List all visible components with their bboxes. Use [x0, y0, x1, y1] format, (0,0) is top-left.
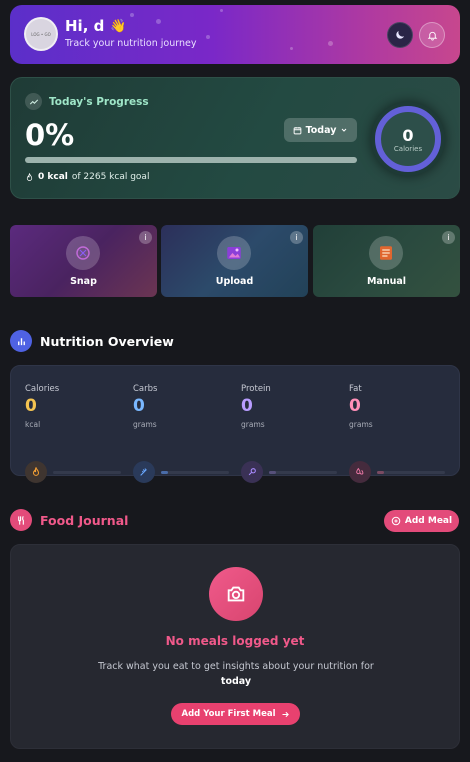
progress-title-text: Today's Progress — [49, 95, 149, 108]
nutrient-value: 0 — [25, 396, 37, 416]
nutrient-protein: Protein 0 grams — [241, 384, 341, 483]
avatar[interactable]: LOG • GO — [24, 17, 58, 51]
image-upload-icon — [217, 236, 251, 270]
nutrient-bar — [377, 470, 445, 474]
add-meal-button[interactable]: Add Meal — [384, 510, 459, 532]
date-range-label: Today — [305, 124, 337, 136]
empty-state-sub: Track what you eat to get insights about… — [98, 661, 374, 672]
empty-state-text: Track what you eat to get insights about… — [91, 659, 381, 689]
manual-card[interactable]: Manual i — [313, 225, 460, 297]
bell-icon — [427, 31, 437, 41]
wave-icon: 👋 — [110, 18, 127, 34]
notepad-icon — [369, 236, 403, 270]
upload-label: Upload — [215, 276, 254, 287]
nutrient-calories: Calories 0 kcal — [25, 384, 125, 483]
ring-label: Calories — [393, 144, 423, 153]
journal-heading: Food Journal — [10, 509, 128, 531]
greeting: Hi, d 👋 — [65, 17, 127, 35]
nutrient-fat: Fat 0 grams — [349, 384, 449, 483]
arrow-right-icon — [282, 711, 289, 717]
nutrition-heading: Nutrition Overview — [10, 330, 174, 352]
empty-state-title: No meals logged yet — [165, 634, 305, 648]
theme-toggle-button[interactable] — [387, 22, 413, 48]
upload-info-icon[interactable]: i — [290, 231, 303, 244]
snap-card[interactable]: Snap i — [10, 225, 157, 297]
progress-percent: 0% — [25, 118, 75, 152]
date-range-button[interactable]: Today — [284, 118, 357, 142]
nutrient-label: Carbs — [133, 384, 158, 394]
activity-icon — [25, 93, 42, 110]
kcal-summary: 0 kcal of 2265 kcal goal — [25, 172, 149, 182]
snap-info-icon[interactable]: i — [139, 231, 152, 244]
progress-card: Today's Progress 0% Today 0 kcal of 2265… — [10, 77, 460, 199]
empty-state-bold: today — [220, 676, 252, 687]
camera-scan-icon — [66, 236, 100, 270]
calendar-icon — [293, 126, 301, 134]
kcal-consumed: 0 kcal — [38, 172, 68, 182]
flame-icon — [26, 172, 33, 181]
drumstick-icon — [241, 461, 263, 483]
nutrient-label: Fat — [349, 384, 362, 394]
nutrient-label: Calories — [25, 384, 60, 394]
journal-title: Food Journal — [40, 512, 129, 528]
utensils-icon — [10, 509, 32, 531]
header-banner: LOG • GO Hi, d 👋 Track your nutrition jo… — [10, 5, 460, 64]
notifications-button[interactable] — [419, 22, 445, 48]
calorie-ring: 0 Calories — [371, 102, 445, 176]
moon-icon — [396, 31, 404, 39]
manual-info-icon[interactable]: i — [442, 231, 455, 244]
progress-title: Today's Progress — [25, 93, 149, 110]
nutrition-title: Nutrition Overview — [40, 333, 174, 349]
nutrient-unit: grams — [133, 420, 157, 429]
droplets-icon — [349, 461, 371, 483]
upload-card[interactable]: Upload i — [161, 225, 308, 297]
ring-value: 0 — [402, 125, 414, 145]
nutrition-card: Calories 0 kcal Carbs 0 grams Protein 0 … — [10, 365, 460, 483]
nutrient-value: 0 — [349, 396, 361, 416]
camera-icon — [209, 567, 263, 621]
manual-label: Manual — [366, 276, 407, 287]
avatar-text: LOG • GO — [31, 31, 51, 37]
journal-card: No meals logged yet Track what you eat t… — [10, 544, 460, 749]
nutrient-label: Protein — [241, 384, 271, 394]
nutrient-value: 0 — [133, 396, 145, 416]
nutrient-bar — [269, 470, 337, 474]
add-first-meal-label: Add Your First Meal — [181, 709, 276, 719]
progress-bar — [25, 157, 357, 163]
flame-icon — [25, 461, 47, 483]
plus-circle-icon — [391, 516, 401, 526]
nutrient-unit: kcal — [25, 420, 41, 429]
chevron-down-icon — [342, 128, 347, 132]
kcal-goal: of 2265 kcal goal — [71, 172, 150, 182]
add-first-meal-button[interactable]: Add Your First Meal — [171, 703, 300, 725]
snap-label: Snap — [70, 276, 97, 287]
nutrient-value: 0 — [241, 396, 253, 416]
add-meal-label: Add Meal — [404, 516, 453, 526]
nutrient-bar — [161, 470, 229, 474]
greeting-subtitle: Track your nutrition journey — [65, 38, 197, 49]
nutrient-unit: grams — [349, 420, 373, 429]
nutrient-carbs: Carbs 0 grams — [133, 384, 233, 483]
greeting-text: Hi, d — [65, 17, 105, 35]
nutrient-unit: grams — [241, 420, 265, 429]
nutrient-bar — [53, 470, 121, 474]
wheat-icon — [133, 461, 155, 483]
bar-chart-icon — [10, 330, 32, 352]
